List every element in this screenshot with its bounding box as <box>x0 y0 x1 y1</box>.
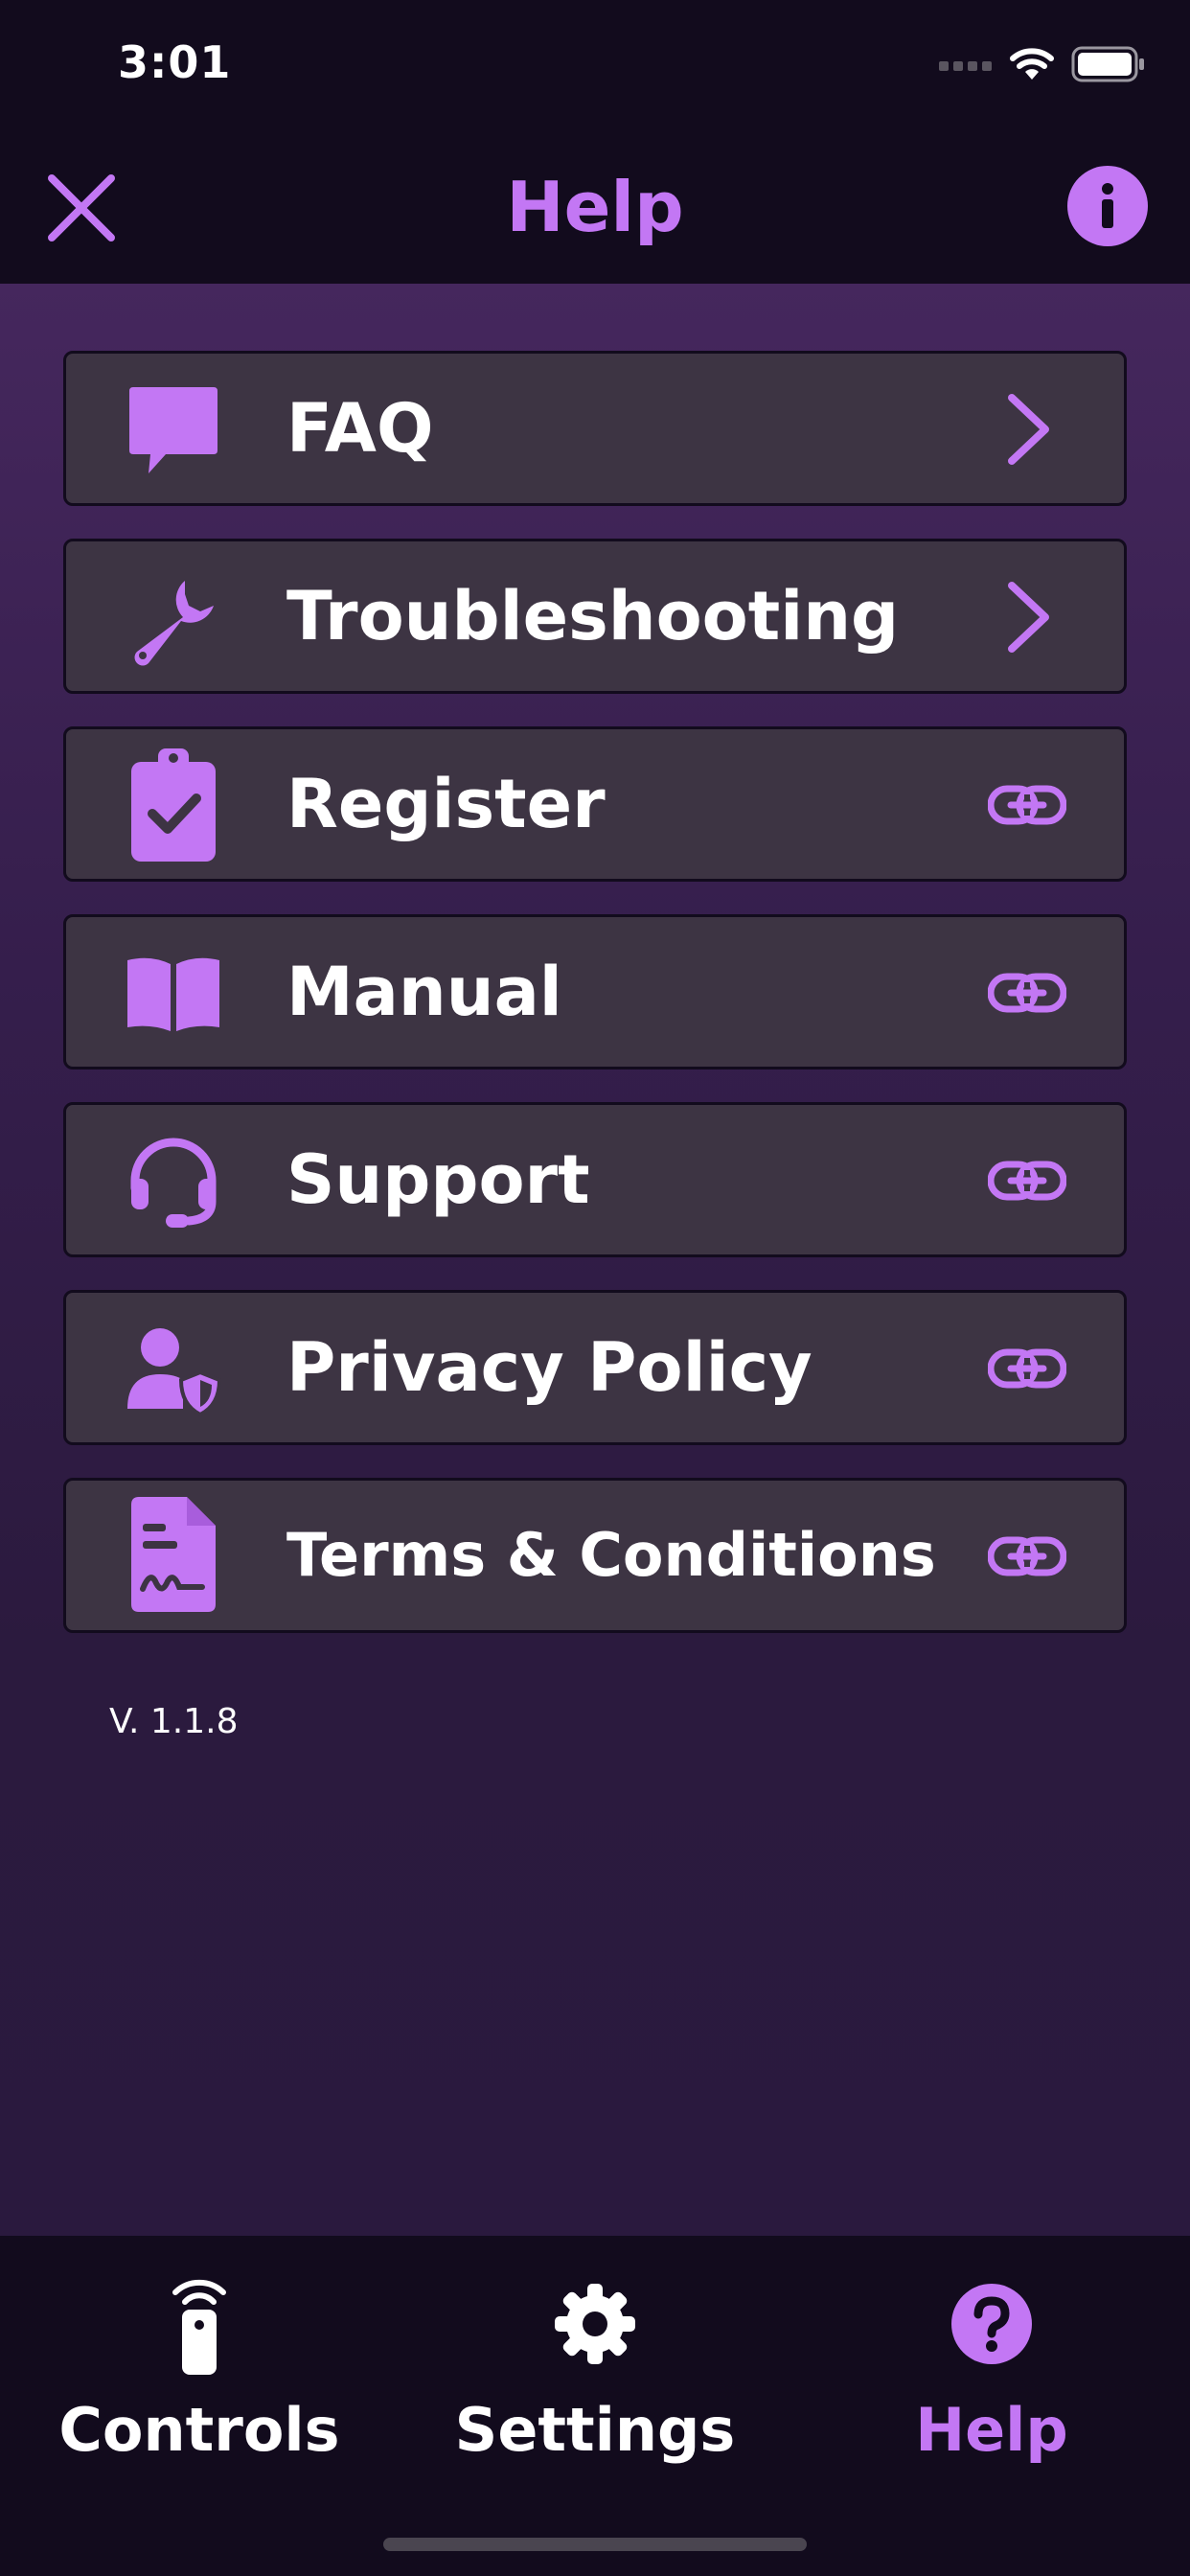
nav-bar: Help <box>0 134 1190 287</box>
tab-help[interactable]: Help <box>848 2266 1135 2465</box>
link-icon <box>987 1517 1067 1596</box>
help-content: FAQ Troubleshooting Register Manual Supp… <box>0 284 1190 2236</box>
menu-item-terms-conditions[interactable]: Terms & Conditions <box>63 1478 1127 1633</box>
signed-document-icon <box>126 1497 221 1612</box>
menu-item-privacy-policy[interactable]: Privacy Policy <box>63 1290 1127 1445</box>
wifi-icon <box>1010 48 1054 80</box>
question-circle-icon <box>848 2266 1135 2381</box>
tab-controls[interactable]: Controls <box>56 2266 343 2465</box>
menu-item-label: Terms & Conditions <box>286 1520 936 1590</box>
tab-bar: Controls Settings Help <box>0 2236 1190 2576</box>
tab-label: Settings <box>454 2395 736 2465</box>
gear-icon <box>451 2266 739 2381</box>
version-label: V. 1.1.8 <box>109 1702 239 1741</box>
status-time: 3:01 <box>118 36 232 88</box>
chat-bubble-icon <box>126 383 221 479</box>
cellular-signal-icon <box>939 61 992 71</box>
status-bar: 3:01 <box>0 0 1190 134</box>
headset-icon <box>126 1135 221 1230</box>
tab-label: Controls <box>58 2395 340 2465</box>
menu-item-register[interactable]: Register <box>63 726 1127 882</box>
menu-item-troubleshooting[interactable]: Troubleshooting <box>63 539 1127 694</box>
menu-item-manual[interactable]: Manual <box>63 914 1127 1070</box>
chevron-right-icon <box>988 390 1066 469</box>
link-icon <box>987 1141 1067 1220</box>
menu-item-faq[interactable]: FAQ <box>63 351 1127 506</box>
menu-item-label: Troubleshooting <box>286 577 900 656</box>
menu-item-label: Privacy Policy <box>286 1328 812 1407</box>
menu-item-label: Register <box>286 765 606 843</box>
battery-icon <box>1071 46 1144 82</box>
page-title: Help <box>506 167 684 247</box>
help-menu-list: FAQ Troubleshooting Register Manual Supp… <box>63 351 1127 1666</box>
menu-item-support[interactable]: Support <box>63 1102 1127 1257</box>
tab-label: Help <box>915 2395 1068 2465</box>
menu-item-label: Manual <box>286 953 562 1031</box>
info-button[interactable] <box>1067 166 1148 246</box>
link-icon <box>987 766 1067 844</box>
chevron-right-icon <box>988 578 1066 656</box>
menu-item-label: FAQ <box>286 389 434 468</box>
home-indicator[interactable] <box>383 2538 807 2551</box>
remote-icon <box>56 2266 343 2381</box>
user-shield-icon <box>126 1322 221 1418</box>
clipboard-check-icon <box>126 748 221 862</box>
menu-item-label: Support <box>286 1140 590 1219</box>
link-icon <box>987 1329 1067 1408</box>
book-icon <box>126 947 221 1043</box>
link-icon <box>987 954 1067 1032</box>
status-icons <box>939 42 1146 86</box>
info-icon <box>1102 183 1113 228</box>
wrench-icon <box>126 571 221 667</box>
tab-settings[interactable]: Settings <box>451 2266 739 2465</box>
